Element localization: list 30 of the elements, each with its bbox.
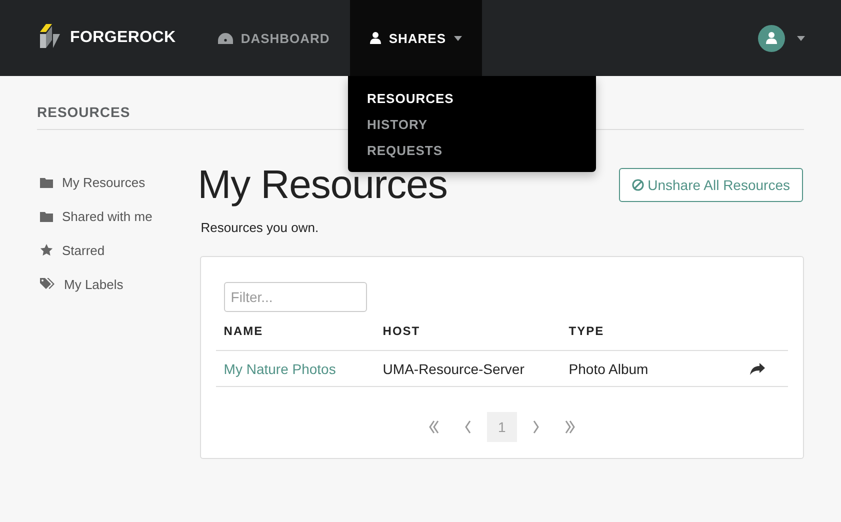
nav-link[interactable]: DASHBOARD	[198, 0, 350, 76]
column-header: TYPE	[568, 324, 606, 338]
star-icon	[40, 244, 53, 256]
sidebar-item[interactable]: Starred	[40, 240, 198, 260]
nav-link[interactable]: SHARES	[350, 0, 482, 76]
share-icon[interactable]	[750, 362, 765, 374]
user-icon	[370, 32, 381, 44]
dashboard-icon	[218, 32, 233, 44]
folder-icon	[40, 210, 53, 222]
column-header: HOST	[382, 324, 422, 338]
page-title: My Resources	[198, 163, 448, 208]
sidebar-item[interactable]: My Labels	[40, 274, 198, 294]
table-cell-text: Photo Album	[568, 360, 650, 376]
column-header: NAME	[224, 324, 264, 338]
menu-item[interactable]: RESOURCES	[348, 86, 596, 112]
tags-icon	[40, 278, 55, 290]
table-cell-text: UMA-Resource-Server	[382, 360, 526, 376]
caret-icon[interactable]	[797, 36, 805, 40]
page-subtitle: Resources you own.	[200, 220, 320, 235]
filter-field[interactable]: Filter...	[224, 282, 367, 312]
brand-name: FORGEROCK	[70, 29, 176, 47]
menu-item[interactable]: REQUESTS	[348, 138, 596, 164]
resource-link[interactable]: My Nature Photos	[224, 360, 383, 376]
menu-item[interactable]: HISTORY	[348, 112, 596, 138]
folder-icon	[40, 176, 53, 188]
sidebar-item[interactable]: Shared with me	[40, 206, 198, 226]
ban-icon	[632, 179, 644, 191]
avatar[interactable]	[758, 24, 785, 52]
sidebar-item[interactable]: My Resources	[40, 172, 198, 192]
unshare-all-button[interactable]: Unshare All Resources	[618, 168, 803, 202]
